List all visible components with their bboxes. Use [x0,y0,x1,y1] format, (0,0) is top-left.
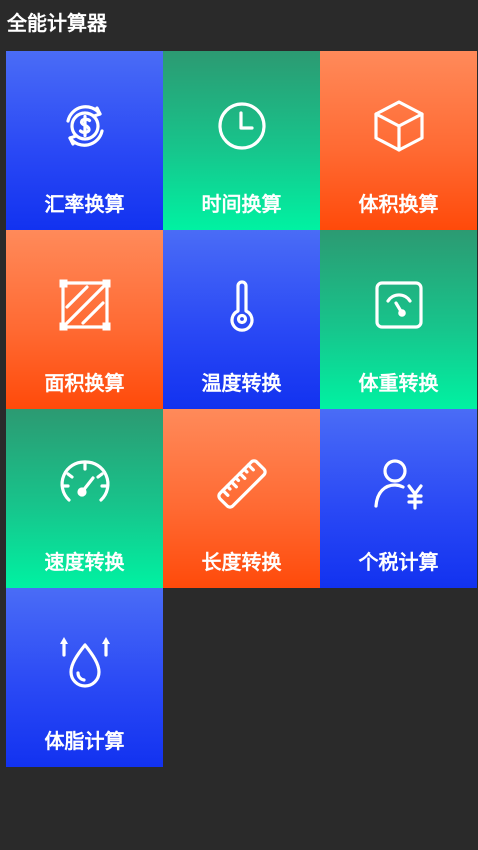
tile-currency-exchange[interactable]: 汇率换算 [6,51,163,230]
tile-label: 速度转换 [44,550,125,574]
person-yen-icon [371,456,427,512]
ruler-icon [214,456,270,512]
tile-time-conversion[interactable]: 时间换算 [163,51,320,230]
water-drop-icon [57,635,113,691]
currency-exchange-icon [57,98,113,154]
tile-label: 体脂计算 [44,729,125,753]
clock-icon [214,98,270,154]
tile-label: 体积换算 [358,192,439,216]
scale-icon [371,277,427,333]
tile-length-conversion[interactable]: 长度转换 [163,409,320,588]
tile-body-fat[interactable]: 体脂计算 [6,588,163,767]
app-title: 全能计算器 [7,11,107,35]
tile-temperature-conversion[interactable]: 温度转换 [163,230,320,409]
tile-label: 体重转换 [358,371,439,395]
tile-label: 面积换算 [44,371,125,395]
tile-label: 汇率换算 [44,192,125,216]
calculator-grid: 汇率换算 时间换算 体积换算 面积换算 温度转换 体重转换 速度转换 长度转换 … [6,51,477,767]
tile-label: 个税计算 [358,550,439,574]
tile-label: 温度转换 [201,371,282,395]
speedometer-icon [57,456,113,512]
tile-weight-conversion[interactable]: 体重转换 [320,230,477,409]
tile-area-conversion[interactable]: 面积换算 [6,230,163,409]
area-square-icon [57,277,113,333]
thermometer-icon [214,277,270,333]
tile-volume-conversion[interactable]: 体积换算 [320,51,477,230]
cube-icon [371,98,427,154]
tile-label: 时间换算 [201,192,282,216]
tile-income-tax[interactable]: 个税计算 [320,409,477,588]
tile-speed-conversion[interactable]: 速度转换 [6,409,163,588]
tile-label: 长度转换 [201,550,282,574]
